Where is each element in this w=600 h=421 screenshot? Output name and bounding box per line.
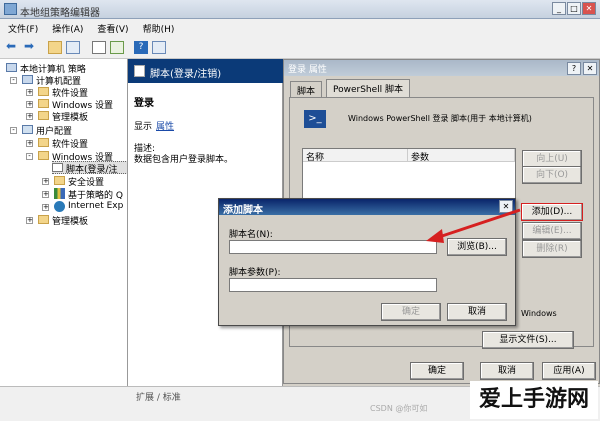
app-window: 本地组策略编辑器 _ □ ✕ 文件(F) 操作(A) 查看(V) 帮助(H) ⬅… xyxy=(0,0,600,421)
policy-root-icon xyxy=(6,63,17,72)
folder-icon xyxy=(38,99,49,108)
tree-item-admin[interactable]: 管理模板 xyxy=(52,110,88,123)
tree-item-u-software[interactable]: 软件设置 xyxy=(52,137,88,150)
expand-icon[interactable]: + xyxy=(26,101,33,108)
tree-item-policy[interactable]: 基于策略的 Q xyxy=(68,188,123,201)
add-cancel-button[interactable]: 取消 xyxy=(447,303,507,321)
properties-icon[interactable] xyxy=(92,41,106,54)
expand-icon[interactable]: + xyxy=(26,140,33,147)
properties-title-bar: 登录 属性 ? ✕ xyxy=(284,60,599,76)
maximize-button[interactable]: □ xyxy=(567,2,581,15)
close-button[interactable]: ✕ xyxy=(582,2,596,15)
collapse-icon[interactable]: - xyxy=(10,77,17,84)
menu-action[interactable]: 操作(A) xyxy=(52,22,83,35)
properties-title: 登录 属性 xyxy=(288,65,327,75)
script-params-input[interactable] xyxy=(229,278,437,292)
powershell-icon: >_ xyxy=(304,110,326,128)
expand-icon[interactable]: + xyxy=(42,178,49,185)
tree-item-ie[interactable]: Internet Exp xyxy=(68,201,123,211)
add-ok-button[interactable]: 确定 xyxy=(381,303,441,321)
tab-powershell[interactable]: PowerShell 脚本 xyxy=(326,79,411,97)
tab-scripts[interactable]: 脚本 xyxy=(290,81,323,97)
minimize-button[interactable]: _ xyxy=(552,2,566,15)
expand-icon[interactable]: + xyxy=(26,217,33,224)
show-files-button[interactable]: 显示文件(S)... xyxy=(482,331,574,349)
details-title: 脚本(登录/注销) xyxy=(150,69,222,80)
help-button[interactable]: ? xyxy=(567,62,581,75)
app-icon xyxy=(4,3,17,15)
menu-help[interactable]: 帮助(H) xyxy=(143,22,175,35)
toolbar: ⬅ ➡ ? xyxy=(0,37,600,59)
powershell-heading: Windows PowerShell 登录 脚本(用于 本地计算机) xyxy=(348,114,532,123)
back-arrow-icon[interactable]: ⬅ xyxy=(6,40,20,54)
expand-icon[interactable]: + xyxy=(42,191,49,198)
expand-icon[interactable]: + xyxy=(26,89,33,96)
csdn-watermark: CSDN @你可如 xyxy=(370,404,428,413)
computer-icon xyxy=(22,75,33,84)
remove-button[interactable]: 删除(R) xyxy=(522,240,582,258)
script-name-label: 脚本名(N): xyxy=(229,230,273,240)
properties-close-button[interactable]: ✕ xyxy=(583,62,597,75)
user-icon xyxy=(22,125,33,134)
expand-icon[interactable]: + xyxy=(42,204,49,211)
details-header: 脚本(登录/注销) xyxy=(128,59,283,83)
folder-icon xyxy=(38,111,49,120)
forward-arrow-icon[interactable]: ➡ xyxy=(24,40,38,54)
folder-icon xyxy=(38,151,49,160)
up-folder-icon[interactable] xyxy=(48,41,62,54)
move-down-button[interactable]: 向下(O) xyxy=(522,166,582,184)
tree-item-u-admin[interactable]: 管理模板 xyxy=(52,214,88,227)
script-icon xyxy=(52,163,63,172)
cancel-button[interactable]: 取消 xyxy=(480,362,534,380)
tree-pane: 本地计算机 策略 - 计算机配置 + 软件设置 + Windows 设置 + 管… xyxy=(0,59,128,386)
tree-item-user[interactable]: 用户配置 xyxy=(36,124,72,137)
folder-icon xyxy=(38,87,49,96)
title-bar: 本地组策略编辑器 _ □ ✕ xyxy=(0,0,600,19)
collapse-icon[interactable]: - xyxy=(26,153,33,160)
menu-bar: 文件(F) 操作(A) 查看(V) 帮助(H) xyxy=(0,19,600,37)
script-name-input[interactable] xyxy=(229,240,437,254)
add-button[interactable]: 添加(D)... xyxy=(521,203,583,221)
view-tabs[interactable]: 扩展 / 标准 xyxy=(136,390,181,403)
folder-icon xyxy=(38,215,49,224)
note-text: Windows xyxy=(521,309,557,318)
window-title: 本地组策略编辑器 xyxy=(20,8,100,19)
bar-chart-icon xyxy=(54,188,65,199)
description-text: 数据包含用户登录脚本。 xyxy=(134,155,234,165)
expand-icon[interactable]: + xyxy=(26,113,33,120)
arrow-head xyxy=(426,229,444,243)
menu-view[interactable]: 查看(V) xyxy=(97,22,128,35)
ok-button[interactable]: 确定 xyxy=(410,362,464,380)
folder-icon xyxy=(38,138,49,147)
properties-link[interactable]: 属性 xyxy=(156,119,174,132)
add-script-title: 添加脚本 xyxy=(223,205,263,216)
show-label: 显示 xyxy=(134,122,153,132)
script-params-label: 脚本参数(P): xyxy=(229,268,281,278)
collapse-icon[interactable]: - xyxy=(10,127,17,134)
arrow-shaft xyxy=(435,208,521,240)
apply-button[interactable]: 应用(A) xyxy=(542,362,596,380)
edit-button[interactable]: 编辑(E)... xyxy=(522,222,582,240)
help-icon[interactable]: ? xyxy=(134,41,148,54)
red-arrow-annotation xyxy=(426,208,521,243)
script-icon xyxy=(134,65,145,77)
site-watermark: 爱上手游网 xyxy=(470,381,598,419)
tree-item-script[interactable]: 脚本(登录/注 xyxy=(66,162,118,175)
show-tree-icon[interactable] xyxy=(66,41,80,54)
column-name[interactable]: 名称 xyxy=(303,149,408,163)
section-title: 登录 xyxy=(134,98,154,109)
menu-file[interactable]: 文件(F) xyxy=(8,22,38,35)
column-params[interactable]: 参数 xyxy=(408,149,515,163)
internet-explorer-icon xyxy=(54,201,65,212)
export-list-icon[interactable] xyxy=(110,41,124,54)
tree-item-security[interactable]: 安全设置 xyxy=(68,175,104,188)
folder-icon xyxy=(54,176,65,185)
mmc-icon[interactable] xyxy=(152,41,166,54)
